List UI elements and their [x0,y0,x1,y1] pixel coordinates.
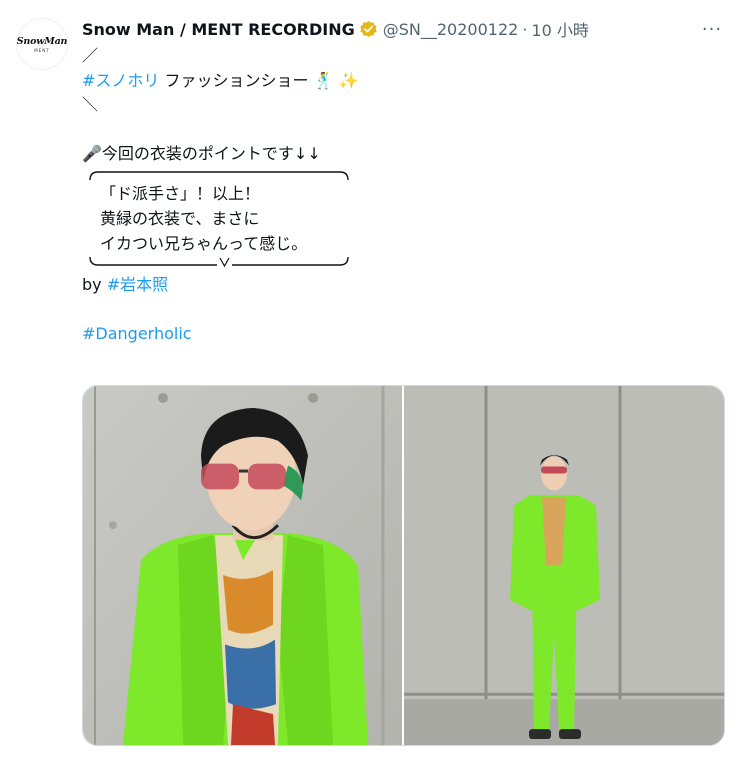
separator-dot: · [522,19,528,39]
post-time[interactable]: 10 小時 [531,17,588,41]
avatar-logo-subtext: MENT [34,47,50,53]
speech-box: 「ド派手さ」！以上！ 黄緑の衣装で、まさに イカつい兄ちゃんって感じ。 [82,167,356,271]
intro-text: 今回の衣装のポイントです↓↓ [101,144,321,163]
hashtag-dangerholic-link[interactable]: #Dangerholic [82,324,192,343]
tweet-text: ／ #スノホリ ファッションショー 🕺 ✨ ＼ 🎤今回の衣装のポイントです↓↓ … [82,44,723,346]
box-line-1: 「ド派手さ」！以上！ [100,183,261,203]
avatar-logo-text: SnowMan [16,35,68,47]
photo-fullbody[interactable] [404,386,724,745]
author-handle[interactable]: @SN__20200122 [383,20,519,39]
text-line-by: by #岩本照 [82,273,723,298]
gold-verified-badge-icon[interactable] [359,20,378,39]
text-line-slash: ／ [82,46,99,65]
author-avatar[interactable]: SnowMan MENT [16,18,68,70]
by-text: by [82,274,107,294]
hashtag-link[interactable]: #スノホリ [82,71,159,90]
microphone-icon: 🎤 [82,144,102,163]
box-line-3: イカつい兄ちゃんって感じ。 [100,233,308,253]
box-line-2: 黄緑の衣装で、まさに [100,208,260,228]
text-line-backslash: ＼ [82,95,99,114]
text-line-dangerholic: #Dangerholic [82,322,723,347]
tweet-header: Snow Man / MENT RECORDING @SN__20200122 … [82,17,727,41]
author-name[interactable]: Snow Man / MENT RECORDING [82,20,355,39]
hashtag-member-link[interactable]: #岩本照 [107,275,168,294]
media-grid [82,385,725,746]
text-line-intro: 🎤今回の衣装のポイントです↓↓ [82,142,723,167]
fashion-show-text: ファッションショー 🕺 ✨ [159,70,359,90]
text-line-fashion: #スノホリ ファッションショー 🕺 ✨ [82,69,723,94]
photo-closeup[interactable] [83,386,402,745]
more-dots-icon[interactable]: ··· [699,16,725,42]
tweet-card[interactable]: SnowMan MENT Snow Man / MENT RECORDING @… [0,0,743,758]
